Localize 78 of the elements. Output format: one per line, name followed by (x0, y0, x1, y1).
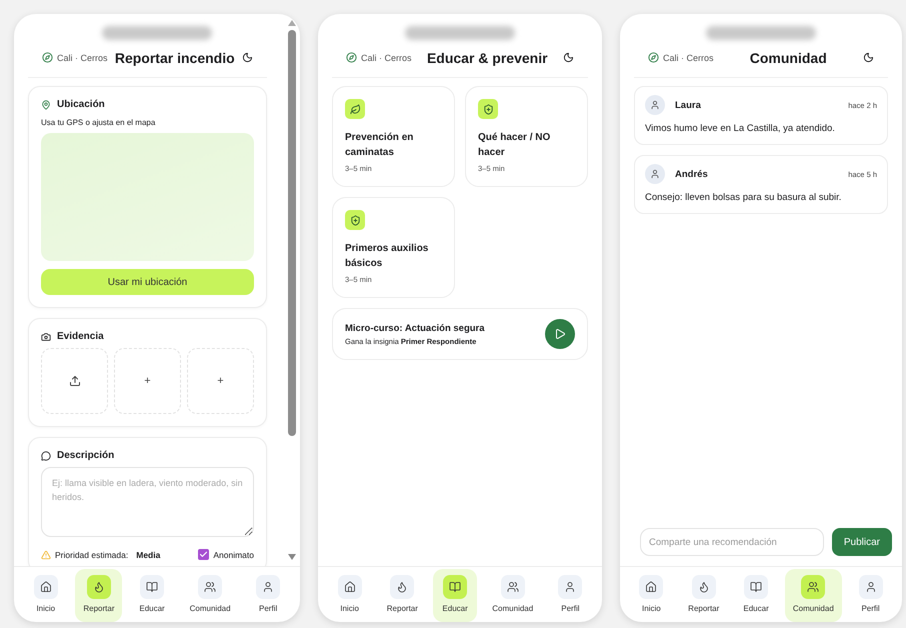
location-label[interactable]: Cali · Cerros (648, 52, 714, 63)
nav-tab[interactable]: Comunidad (182, 569, 239, 622)
nav-tab[interactable]: Educar (130, 569, 174, 622)
user-icon (564, 581, 576, 593)
shield-icon (350, 214, 360, 226)
moon-icon[interactable] (242, 52, 253, 63)
lesson-title: Prevención en caminatas (345, 131, 414, 160)
users-icon (807, 581, 820, 593)
card-title: Descripción (41, 450, 254, 461)
checkbox-label: Anonimato (213, 550, 254, 560)
flame-icon (396, 581, 408, 593)
nav-tab[interactable]: Educar (433, 569, 478, 622)
add-photo-slot[interactable]: + (114, 348, 181, 414)
camera-icon (41, 332, 51, 342)
lesson-title: Primeros auxilios básicos (345, 242, 430, 270)
flame-icon (698, 581, 710, 593)
nav-tab[interactable]: Perfil (548, 569, 592, 622)
course-title: Micro-curso: Actuación segura (345, 322, 485, 334)
nav-tab[interactable]: Perfil (848, 569, 893, 622)
publish-button[interactable]: Publicar (832, 528, 892, 556)
scroll-down-icon[interactable] (288, 554, 296, 560)
post-author: Laura (675, 100, 702, 110)
play-icon (554, 328, 566, 340)
lesson-title: Qué hacer / NO hacer (478, 131, 552, 160)
user-icon (262, 581, 274, 593)
compass-icon (346, 52, 357, 63)
book-icon (750, 581, 762, 593)
moon-icon[interactable] (563, 52, 574, 63)
home-icon (344, 581, 356, 593)
leaf-icon (350, 104, 360, 114)
nav-tab[interactable]: Reportar (75, 569, 122, 622)
location-label[interactable]: Cali · Cerros (346, 52, 412, 63)
hint-text: Usa tu GPS o ajusta en el mapa (41, 118, 156, 127)
users-icon (506, 581, 519, 593)
priority-label: Prioridad estimada: (55, 550, 128, 560)
map-pin-icon (41, 100, 51, 110)
book-icon (449, 581, 462, 593)
priority-value: Media (136, 550, 160, 560)
play-button[interactable] (545, 319, 575, 349)
post-text: Vimos humo leve en La Castilla, ya atendido. (645, 123, 836, 134)
recommendation-field[interactable]: Comparte una recomendación (640, 528, 824, 556)
home-icon (645, 581, 658, 593)
add-photo-slot[interactable]: + (187, 348, 254, 414)
users-icon (204, 581, 216, 593)
nav-tab[interactable]: Inicio (24, 569, 68, 622)
moon-icon[interactable] (862, 52, 874, 63)
nav-tab[interactable]: Inicio (629, 569, 674, 622)
flame-icon (92, 581, 105, 593)
use-location-button[interactable]: Usar mi ubicación (41, 269, 254, 295)
nav-tab[interactable]: Inicio (328, 569, 372, 622)
warning-icon (41, 550, 51, 560)
book-icon (146, 581, 158, 593)
nav-tab[interactable]: Perfil (246, 569, 290, 622)
nav-tab[interactable]: Educar (734, 569, 778, 622)
home-icon (40, 581, 52, 593)
nav-tab[interactable]: Comunidad (484, 569, 542, 622)
speech-bubble-icon (41, 450, 51, 460)
compass-icon (42, 52, 53, 63)
screen-title: Comunidad (750, 50, 827, 66)
card-title: Evidencia (41, 331, 254, 342)
description-field[interactable]: Ej: llama visible en ladera, viento moderado, sin heridos. (41, 467, 254, 537)
nav-tab[interactable]: Reportar (378, 569, 426, 622)
nav-tab[interactable]: Comunidad (784, 569, 842, 622)
post-text: Consejo: lleven bolsas para su basura al subir. (645, 192, 842, 203)
upload-icon (68, 375, 80, 387)
post-author: Andrés (675, 168, 709, 180)
card-title: Ubicación (41, 99, 254, 110)
nav-tab[interactable]: Reportar (680, 569, 728, 622)
user-icon (864, 581, 877, 593)
scrollbar-thumb[interactable] (288, 30, 296, 436)
compass-icon (648, 52, 659, 63)
shield-icon (482, 104, 494, 114)
screen-title: Reportar incendio (114, 50, 235, 66)
avatar (645, 95, 665, 115)
screen-title: Educar & prevenir (426, 50, 548, 66)
avatar (645, 164, 665, 184)
anonymous-checkbox[interactable] (198, 549, 210, 560)
location-label[interactable]: Cali · Cerros (42, 52, 108, 63)
